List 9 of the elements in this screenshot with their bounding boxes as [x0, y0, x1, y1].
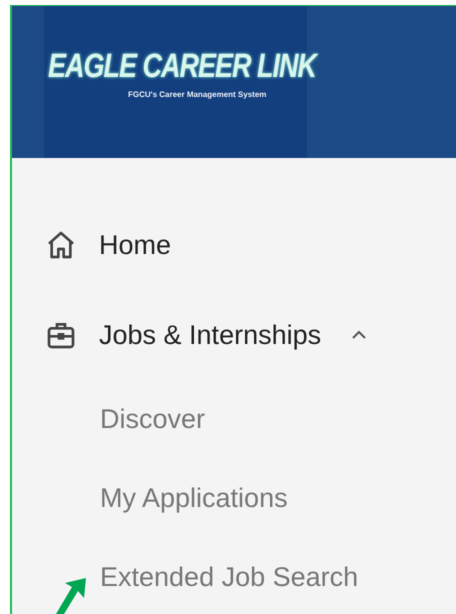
home-icon: [45, 229, 77, 261]
logo-title: EAGLE CAREER LINK: [48, 47, 316, 86]
nav-subitem[interactable]: Discover: [45, 380, 456, 459]
nav-item[interactable]: Home: [99, 230, 172, 260]
nav-subitem[interactable]: My Applications: [45, 459, 456, 538]
chevron-icon[interactable]: [351, 330, 368, 340]
logo-subtitle: FGCU's Career Management System: [128, 90, 266, 99]
nav-subitem[interactable]: Extended Job Search: [45, 538, 456, 614]
nav-item[interactable]: Jobs & Internships: [99, 320, 322, 350]
